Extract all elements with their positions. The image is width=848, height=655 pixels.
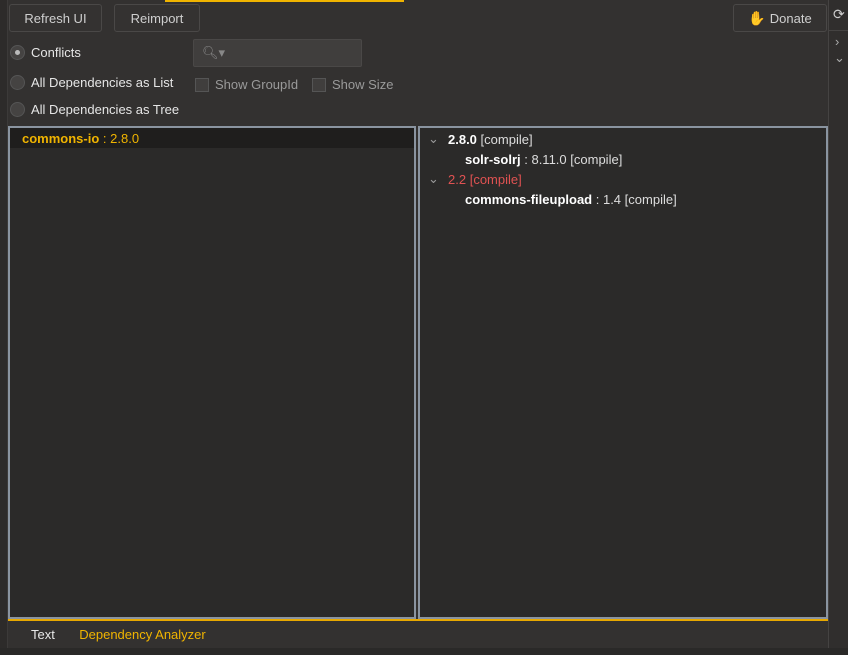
artifact-version: 1.4 (602, 191, 622, 207)
checkbox-label: Show GroupId (215, 77, 299, 92)
mode-conflicts-radio[interactable]: Conflicts (10, 45, 81, 60)
tab-text[interactable]: Text (31, 627, 55, 642)
separator: : (592, 191, 603, 207)
separator: : (99, 130, 111, 146)
tab-dependency-analyzer[interactable]: Dependency Analyzer (67, 627, 218, 650)
show-size-checkbox[interactable]: Show Size (312, 77, 393, 92)
node-scope: [compile] (469, 171, 522, 187)
artifact-name: commons-io (22, 130, 100, 146)
radio-dot (10, 102, 25, 117)
radio-label: All Dependencies as Tree (31, 102, 180, 117)
artifact-name: commons-fileupload (465, 191, 593, 207)
donate-hand-coins-icon: ✋ (748, 9, 766, 26)
artifact-name: solr-solrj (465, 151, 521, 167)
mode-tree-radio[interactable]: All Dependencies as Tree (10, 102, 179, 117)
donate-label: Donate (769, 10, 812, 26)
dependency-tree[interactable]: ⌄ 2.8.0 [compile] solr-solrj : 8.11.0 [c… (418, 126, 828, 619)
list-item[interactable]: commons-io : 2.8.0 (10, 128, 414, 148)
chevron-down-icon[interactable]: ⌄ (428, 171, 448, 187)
checkbox-label: Show Size (332, 77, 394, 92)
tree-node[interactable]: commons-fileupload : 1.4 [compile] (420, 189, 826, 209)
artifact-version: 2.8.0 (110, 130, 140, 146)
show-groupid-checkbox[interactable]: Show GroupId (195, 77, 298, 92)
reimport-button[interactable]: Reimport (114, 4, 200, 32)
chevron-down-icon[interactable]: ⌄ (428, 131, 448, 147)
radio-dot (10, 75, 25, 90)
radio-label: Conflicts (31, 45, 81, 60)
tree-node-conflict[interactable]: ⌄ 2.2 [compile] (420, 169, 826, 189)
node-version: 2.8.0 (448, 131, 477, 147)
artifact-version: 8.11.0 (531, 151, 567, 167)
chevron-down-icon[interactable]: ⌄ (834, 50, 845, 66)
donate-button[interactable]: ✋ Donate (733, 4, 827, 32)
refresh-ui-button[interactable]: Refresh UI (9, 4, 102, 32)
node-scope: [compile] (624, 191, 677, 207)
checkbox-box (195, 77, 209, 92)
search-input[interactable]: 🔍︎▾ (193, 39, 362, 67)
node-scope: [compile] (480, 131, 533, 147)
chevron-right-icon[interactable]: › (835, 34, 839, 49)
right-toolbar: ⟳ › ⌄ (828, 0, 848, 655)
left-gutter (0, 0, 8, 655)
tree-node[interactable]: ⌄ 2.8.0 [compile] (420, 129, 826, 149)
status-strip (0, 648, 848, 655)
mode-list-radio[interactable]: All Dependencies as List (10, 75, 173, 90)
node-version: 2.2 (448, 171, 467, 187)
checkbox-box (312, 77, 326, 92)
separator: : (520, 151, 532, 167)
conflicts-list[interactable]: commons-io : 2.8.0 (8, 126, 416, 619)
node-scope: [compile] (570, 151, 623, 167)
bottom-tabs: Text Dependency Analyzer (8, 619, 828, 650)
active-tab-indicator (165, 0, 404, 2)
tree-node[interactable]: solr-solrj : 8.11.0 [compile] (420, 149, 826, 169)
radio-label: All Dependencies as List (31, 75, 174, 90)
radio-dot (10, 45, 25, 60)
search-icon: 🔍︎▾ (202, 45, 226, 60)
refresh-icon[interactable]: ⟳ (833, 6, 845, 23)
